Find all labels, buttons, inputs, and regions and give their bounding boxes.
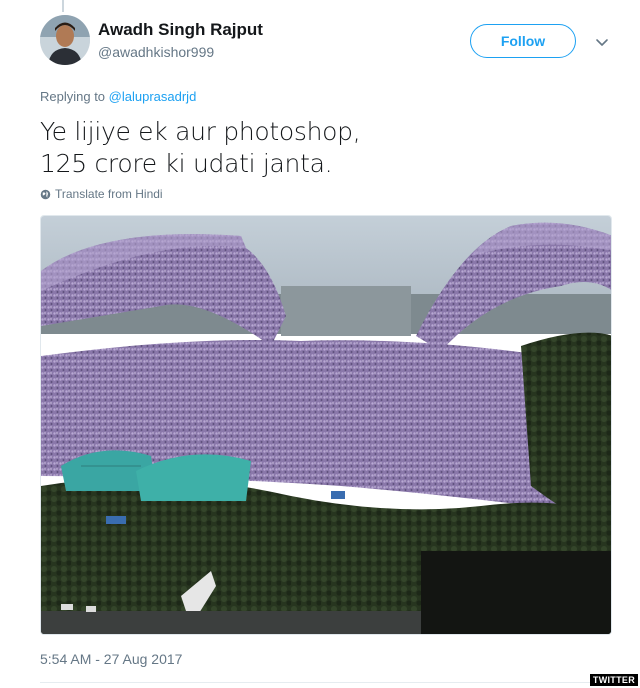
tweet-line-2: 125 crore ki udati janta. [40,149,333,178]
user-handle[interactable]: @awadhkishor999 [98,44,214,60]
tweet-text: Ye lijiye ek aur photoshop, 125 crore ki… [40,116,361,180]
tweet-photo[interactable] [40,215,612,635]
avatar[interactable] [40,15,90,65]
mention-link[interactable]: @laluprasadrjd [109,89,197,104]
display-name[interactable]: Awadh Singh Rajput [98,20,263,40]
source-watermark: TWITTER [589,674,638,686]
thread-line [62,0,64,12]
translate-link[interactable]: Translate from Hindi [40,187,163,201]
divider [40,682,612,683]
tweet-line-1: Ye lijiye ek aur photoshop, [40,117,361,146]
replying-to-label: Replying to [40,89,106,104]
translate-label: Translate from Hindi [55,187,163,201]
globe-icon [40,189,51,199]
tweet-timestamp[interactable]: 5:54 AM - 27 Aug 2017 [40,651,182,667]
chevron-down-icon[interactable] [594,34,610,50]
replying-to: Replying to @laluprasadrjd [40,89,196,104]
follow-button[interactable]: Follow [470,24,576,58]
user-avatar-icon [40,15,90,65]
